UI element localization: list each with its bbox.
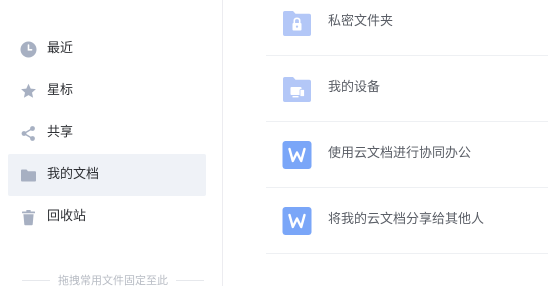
sidebar-item-label: 共享 [47,125,74,140]
word-doc-icon [282,141,312,169]
sidebar-item-trash[interactable]: 回收站 [8,196,206,238]
sidebar-item-label: 最近 [47,41,74,56]
lock-folder-icon [283,11,311,36]
pin-hint-text: 拖拽常用文件固定至此 [58,274,168,286]
list-item-private-folder[interactable]: 私密文件夹 [266,0,548,56]
share-icon [21,126,35,141]
divider [176,279,204,281]
file-name: 私密文件夹 [328,14,394,29]
file-name: 我的设备 [328,80,381,95]
file-list: 私密文件夹 我的设备 使用云文档进行协同办公 将我的云文档分享给其他人 [224,0,548,286]
folder-icon [21,169,36,182]
divider [22,279,50,281]
file-name: 使用云文档进行协同办公 [328,146,472,161]
star-icon [21,83,36,98]
sidebar-item-starred[interactable]: 星标 [8,70,206,112]
sidebar-item-label: 我的文档 [47,167,100,182]
sidebar: 最近 星标 共享 我的文档 回收站 拖拽常用文件固定至此 [0,0,223,286]
sidebar-item-label: 星标 [47,83,74,98]
list-item-share-doc[interactable]: 将我的云文档分享给其他人 [266,188,548,254]
device-folder-icon [283,77,311,102]
pin-drop-hint: 拖拽常用文件固定至此 [22,271,204,286]
word-doc-icon [282,207,312,235]
sidebar-item-recent[interactable]: 最近 [8,28,206,70]
list-item-my-devices[interactable]: 我的设备 [266,56,548,122]
sidebar-item-my-documents[interactable]: 我的文档 [8,154,206,196]
trash-icon [22,210,35,226]
clock-icon [20,41,37,58]
sidebar-item-shared[interactable]: 共享 [8,112,206,154]
file-name: 将我的云文档分享给其他人 [328,212,485,227]
sidebar-item-label: 回收站 [47,209,87,224]
list-item-collab-doc[interactable]: 使用云文档进行协同办公 [266,122,548,188]
